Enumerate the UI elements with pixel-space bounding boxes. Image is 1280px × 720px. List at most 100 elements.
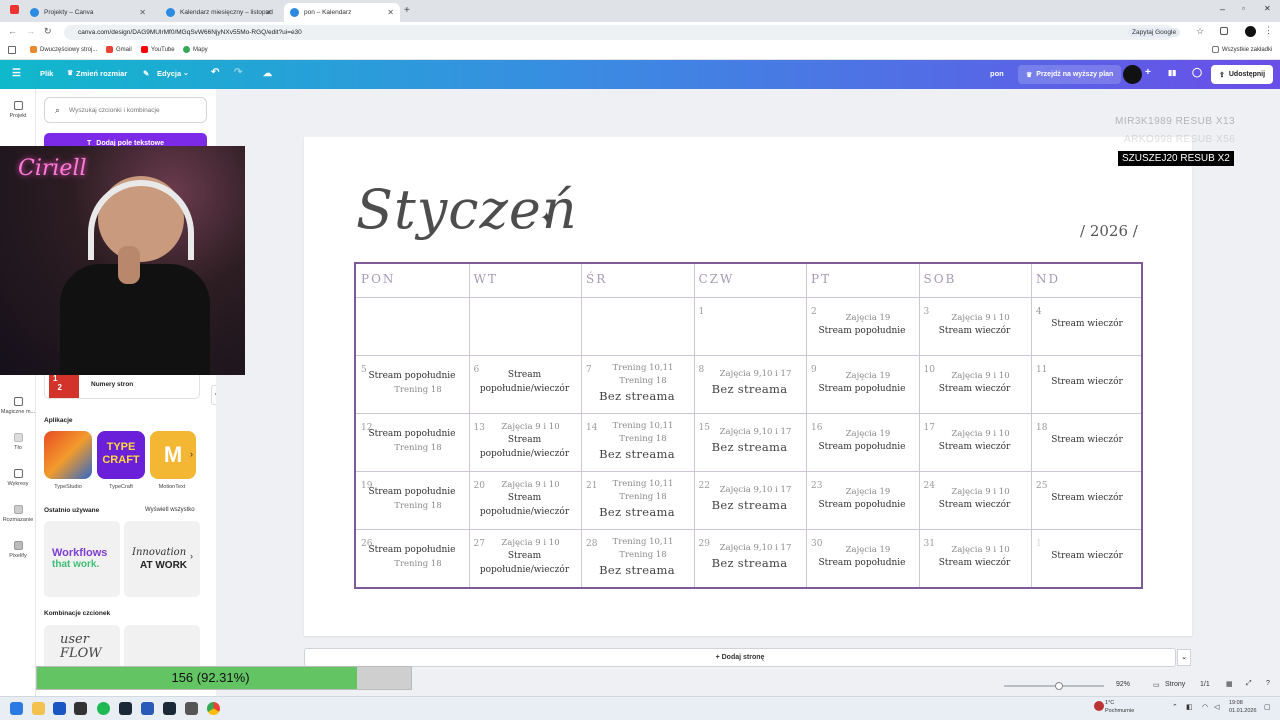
calendar-day-cell[interactable]: 5 Stream popołudnie Trening 18 — [356, 355, 469, 413]
year-label[interactable]: / 2026 / — [1080, 222, 1138, 240]
app-icon[interactable] — [141, 702, 154, 715]
calendar-day-cell[interactable]: 25 Stream wieczór — [1031, 471, 1144, 529]
rail-item-magic[interactable]: Magiczne m... — [0, 397, 36, 415]
reload-icon[interactable]: ↻ — [44, 26, 52, 37]
cloud-save-icon[interactable]: ☁ — [263, 68, 272, 79]
rail-item-pixelify[interactable]: Pixelify — [0, 541, 36, 559]
add-page-button[interactable]: + Dodaj stronę — [304, 648, 1176, 667]
user-avatar[interactable] — [1123, 65, 1142, 84]
volume-icon[interactable]: ◁ — [1214, 703, 1219, 711]
calendar-day-cell[interactable]: 27 Zajęcia 9 i 10 Stream popołudnie/wieczór — [469, 529, 582, 587]
chevron-down-icon[interactable]: ⌄ — [1177, 649, 1191, 666]
edit-menu[interactable]: Edycja — [157, 69, 181, 78]
apps-grid-icon[interactable] — [8, 46, 16, 54]
calendar-day-cell[interactable]: 24 Zajęcia 9 i 10 Stream wieczór — [919, 471, 1032, 529]
pages-button[interactable]: Strony — [1165, 681, 1185, 688]
new-tab-icon[interactable]: + — [404, 5, 410, 16]
notifications-icon[interactable]: ▢ — [1264, 703, 1271, 711]
zoom-slider[interactable] — [1004, 685, 1104, 687]
close-icon[interactable]: ✕ — [387, 8, 394, 17]
clock-time[interactable]: 19:08 — [1229, 700, 1243, 706]
calendar-day-cell[interactable]: 1 — [694, 297, 807, 355]
app-icon[interactable] — [74, 702, 87, 715]
calendar-day-cell[interactable]: 11 Stream wieczór — [1031, 355, 1144, 413]
calendar-day-cell[interactable]: 23 Zajęcia 19 Stream popołudnie — [806, 471, 919, 529]
calendar-day-cell[interactable]: 21 Trening 10,11 Trening 18 Bez streama — [581, 471, 694, 529]
calendar-day-cell[interactable]: 7 Trening 10,11 Trening 18 Bez streama — [581, 355, 694, 413]
see-all-link[interactable]: Wyświetl wszystko — [145, 507, 195, 513]
all-bookmarks[interactable]: Wszystkie zakładki — [1212, 46, 1272, 53]
network-icon[interactable]: ◧ — [1186, 703, 1193, 711]
redo-icon[interactable]: ↷ — [234, 67, 242, 78]
zoom-level[interactable]: 92% — [1116, 681, 1130, 688]
wifi-icon[interactable]: ◠ — [1202, 703, 1208, 711]
design-title[interactable]: pon — [990, 69, 1004, 78]
tab-current-design[interactable]: pon – Kalendarz ✕ — [284, 3, 400, 22]
calendar-day-cell[interactable]: 19 Stream popołudnie Trening 18 — [356, 471, 469, 529]
tab-calendar-template[interactable]: Kalendarz miesięczny – listopad ✕ — [160, 3, 278, 22]
fullscreen-icon[interactable]: ⤢ — [1246, 680, 1252, 688]
extensions-icon[interactable] — [1220, 27, 1228, 35]
calendar-day-cell[interactable]: 16 Zajęcia 19 Stream popołudnie — [806, 413, 919, 471]
calendar-day-cell[interactable]: 29 Zajęcia 9,10 i 17 Bez streama — [694, 529, 807, 587]
calendar-day-cell[interactable]: 31 Zajęcia 9 i 10 Stream wieczór — [919, 529, 1032, 587]
steam-icon[interactable] — [163, 702, 176, 715]
clock-date[interactable]: 01.01.2026 — [1229, 708, 1257, 714]
grid-view-icon[interactable]: ▦ — [1226, 680, 1233, 688]
calendar-day-cell[interactable] — [356, 297, 469, 355]
obs-icon[interactable] — [185, 702, 198, 715]
tab-projects[interactable]: Projekty – Canva ✕ — [24, 3, 152, 22]
calendar-day-cell[interactable]: 18 Stream wieczór — [1031, 413, 1144, 471]
calendar-grid[interactable]: PON WT ŚR CZW PT SOB ND 1 2 Zajęcia 19 Stream popo… — [354, 262, 1143, 589]
font-combo-card[interactable] — [124, 625, 200, 669]
calendar-day-cell[interactable]: 26 Stream popołudnie Trening 18 — [356, 529, 469, 587]
calendar-day-cell[interactable]: 13 Zajęcia 9 i 10 Stream popołudnie/wieczór — [469, 413, 582, 471]
comment-icon[interactable]: ◯ — [1192, 67, 1202, 78]
recent-combo-innovation[interactable]: Innovation AT WORK — [124, 521, 200, 597]
back-icon[interactable]: ← — [8, 26, 17, 36]
minimize-icon[interactable]: – — [1220, 4, 1225, 14]
calendar-day-cell[interactable] — [469, 297, 582, 355]
calendar-day-cell[interactable]: 14 Trening 10,11 Trening 18 Bez streama — [581, 413, 694, 471]
calendar-day-cell[interactable]: 15 Zajęcia 9,10 i 17 Bez streama — [694, 413, 807, 471]
bookmark-star-icon[interactable]: ☆ — [1196, 26, 1204, 37]
app-typestudio[interactable] — [44, 431, 92, 479]
bookmark-item[interactable]: Dwuczęściowy stroj... — [30, 46, 97, 53]
calendar-day-cell[interactable]: 4 Stream wieczór — [1031, 297, 1144, 355]
file-explorer-icon[interactable] — [32, 702, 45, 715]
font-search-input[interactable]: ⌕ Wyszukaj czcionki i kombinacje — [44, 97, 207, 123]
font-combo-card[interactable]: user FLOW — [44, 625, 120, 669]
calendar-day-cell[interactable]: 3 Zajęcia 9 i 10 Stream wieczór — [919, 297, 1032, 355]
pinned-tab-icon[interactable] — [10, 5, 19, 14]
add-people-icon[interactable]: + — [1145, 67, 1151, 78]
chevron-right-icon[interactable]: › — [190, 449, 193, 459]
rail-item-blur[interactable]: Rozmazanie — [0, 505, 36, 523]
calendar-day-cell[interactable]: 9 Zajęcia 19 Stream popołudnie — [806, 355, 919, 413]
chevron-right-icon[interactable]: › — [190, 551, 193, 561]
undo-icon[interactable]: ↶ — [211, 67, 219, 78]
close-icon[interactable]: ✕ — [265, 8, 272, 17]
calendar-day-cell[interactable]: 17 Zajęcia 9 i 10 Stream wieczór — [919, 413, 1032, 471]
profile-avatar[interactable] — [1245, 26, 1256, 37]
rail-item-project[interactable]: Projekt — [0, 101, 36, 119]
upgrade-button[interactable]: ♛ Przejdź na wyższy plan — [1018, 65, 1122, 84]
calendar-day-cell[interactable]: 22 Zajęcia 9,10 i 17 Bez streama — [694, 471, 807, 529]
spotify-icon[interactable] — [97, 702, 110, 715]
app-typecraft[interactable]: TYPE CRAFT — [97, 431, 145, 479]
tray-chevron-icon[interactable]: ⌃ — [1172, 703, 1178, 711]
calendar-day-cell[interactable]: 20 Zajęcia 9 i 10 Stream popołudnie/wieczór — [469, 471, 582, 529]
recent-combo-workflows[interactable]: Workflows that work. — [44, 521, 120, 597]
calendar-day-cell[interactable] — [581, 297, 694, 355]
calendar-day-cell[interactable]: 28 Trening 10,11 Trening 18 Bez streama — [581, 529, 694, 587]
insights-chart-icon[interactable]: ▮▮ — [1168, 68, 1176, 77]
calendar-day-cell[interactable]: 6 Stream popołudnie/wieczór — [469, 355, 582, 413]
calendar-day-cell[interactable]: 8 Zajęcia 9,10 i 17 Bez streama — [694, 355, 807, 413]
calendar-day-cell[interactable]: 30 Zajęcia 19 Stream popołudnie — [806, 529, 919, 587]
resize-menu[interactable]: Zmień rozmiar — [76, 69, 127, 78]
share-button[interactable]: ⇪ Udostępnij — [1211, 65, 1274, 84]
calendar-day-cell[interactable]: 1 Stream wieczór — [1031, 529, 1144, 587]
forward-icon[interactable]: → — [26, 26, 35, 36]
bookmark-gmail[interactable]: Gmail — [106, 46, 132, 53]
url-field[interactable]: canva.com/design/DAG9MUlrMf0/MGqSvW66Njy… — [64, 25, 1174, 40]
bookmark-youtube[interactable]: YouTube — [141, 46, 175, 53]
